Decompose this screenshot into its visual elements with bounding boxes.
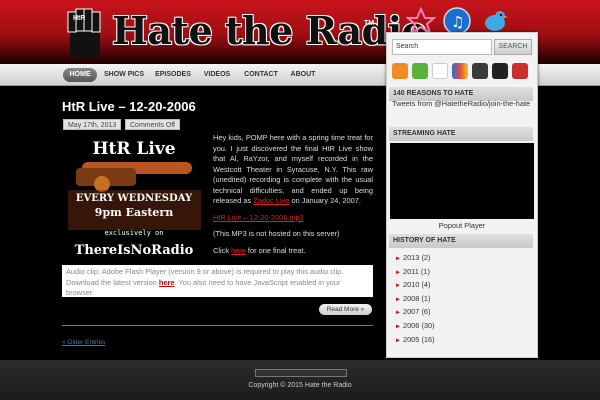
search-input[interactable]: Search: [392, 39, 492, 55]
image-line-every: EVERY WEDNESDAY: [76, 193, 193, 204]
myspace-icon[interactable]: [452, 63, 468, 79]
archive-item[interactable]: ► 2010 (4): [395, 278, 535, 292]
mp3-link[interactable]: HtR Live – 12-20-2006.mp3: [213, 213, 304, 222]
para3-text-b: for one final treat.: [245, 245, 306, 255]
arrow-icon: ►: [395, 323, 401, 330]
youtube-icon[interactable]: [432, 63, 448, 79]
post-title[interactable]: HtR Live – 12-20-2006: [62, 99, 196, 114]
trademark: TM: [364, 20, 375, 27]
nav-home[interactable]: HOME: [63, 68, 97, 82]
audio-player-notice: Audio clip: Adobe Flash Player (version …: [62, 265, 373, 297]
archive-item[interactable]: ► 2006 (30): [395, 319, 535, 333]
arrow-icon: ►: [395, 269, 401, 276]
arrow-icon: ►: [395, 310, 401, 317]
post-date: May 17th, 2013: [63, 119, 122, 130]
post-image: HtR Live EVERY WEDNESDAY 9pm Eastern exc…: [62, 134, 207, 262]
nav-contact[interactable]: CONTACT: [240, 68, 282, 82]
archive-item[interactable]: ► 2013 (2): [395, 251, 535, 265]
streaming-widget-title: STREAMING HATE: [389, 127, 533, 141]
rss-icon[interactable]: [392, 63, 408, 79]
nav-episodes[interactable]: EPISODES: [152, 68, 194, 82]
svg-text:♫: ♫: [451, 13, 464, 31]
archive-item[interactable]: ► 2007 (6): [395, 305, 535, 319]
popout-player-link[interactable]: Popout Player: [387, 221, 537, 230]
plus-icon[interactable]: [412, 63, 428, 79]
para1-text-b: on January 24, 2007.: [289, 196, 361, 205]
nav-show-pics[interactable]: SHOW PICS: [101, 68, 147, 82]
site-title[interactable]: Hate the Radio: [112, 8, 427, 54]
tweets-link[interactable]: Tweets from @HatetheRadio/join-the-hate: [392, 99, 532, 109]
post-body: Hey kids, POMP here with a spring time t…: [213, 133, 373, 262]
archive-list: ► 2013 (2) ► 2011 (1) ► 2010 (4) ► 2008 (1) …: [395, 251, 535, 346]
stream-player[interactable]: [390, 143, 534, 219]
zadoc-live-link[interactable]: Zadoc Live: [253, 196, 289, 205]
grid-icon[interactable]: [472, 63, 488, 79]
read-more-button[interactable]: Read More »: [319, 304, 372, 315]
para1-text-a: Hey kids, POMP here with a spring time t…: [213, 133, 373, 205]
fist-logo-text: HtR: [73, 15, 85, 22]
app-icon[interactable]: [492, 63, 508, 79]
history-widget-title: HISTORY OF HATE: [389, 234, 533, 248]
image-line-exclusive: exclusively on: [104, 229, 163, 237]
arrow-icon: ►: [395, 256, 401, 262]
para3-text-a: Click: [213, 245, 232, 255]
post-paragraph-1: Hey kids, POMP here with a spring time t…: [213, 133, 373, 207]
fist-logo-icon[interactable]: HtR: [62, 6, 108, 60]
archive-item[interactable]: ► 2011 (1): [395, 265, 535, 279]
archive-item[interactable]: ► 2005 (16): [395, 333, 535, 347]
arrow-icon: ►: [395, 337, 401, 344]
archive-item[interactable]: ► 2008 (1): [395, 292, 535, 306]
site-footer: Copyright © 2015 Hate the Radio: [0, 360, 600, 400]
divider: [62, 325, 373, 326]
image-line-title: HtR Live: [92, 139, 175, 159]
search-button[interactable]: SEARCH: [494, 39, 532, 55]
arrow-icon: ►: [395, 283, 401, 290]
arrow-icon: ►: [395, 296, 401, 303]
nav-about[interactable]: ABOUT: [287, 68, 319, 82]
post-paragraph-2: (This MP3 is not hosted on this server): [213, 229, 340, 238]
sidebar: Search SEARCH 140 REASONS TO HATE Tweets…: [386, 32, 538, 358]
older-entries-link[interactable]: « Older Entries: [62, 339, 105, 346]
stumble-icon[interactable]: [512, 63, 528, 79]
image-line-site: ThereIsNoRadio: [75, 243, 194, 258]
here-link[interactable]: here: [231, 246, 246, 255]
flash-download-link[interactable]: here: [159, 278, 175, 287]
copyright-text: Copyright © 2015 Hate the Radio: [248, 382, 352, 389]
post-comments[interactable]: Comments Off: [125, 119, 180, 130]
nav-videos[interactable]: VIDEOS: [200, 68, 234, 82]
footer-divider: [255, 369, 347, 377]
image-line-time: 9pm Eastern: [95, 206, 173, 219]
post-paragraph-3: Click here for one final treat.: [213, 246, 373, 257]
